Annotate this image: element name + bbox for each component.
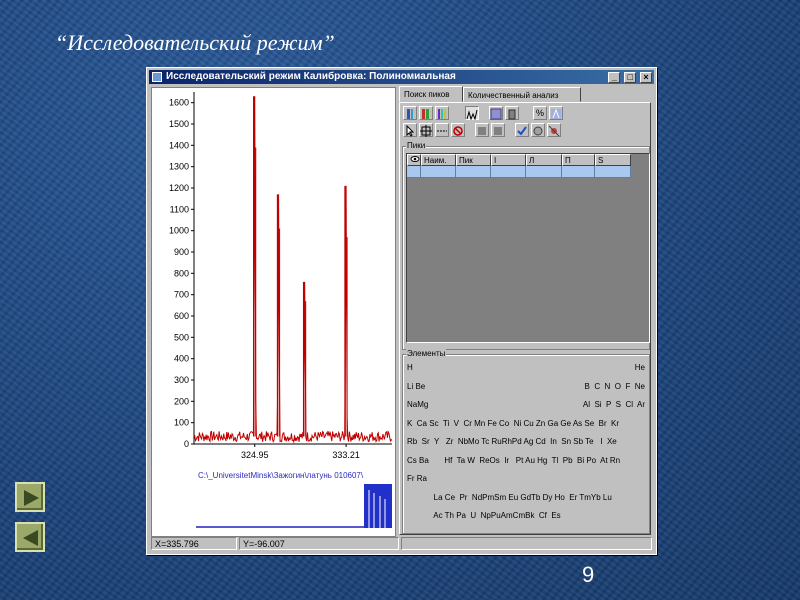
zoom-out-icon[interactable] xyxy=(491,123,505,137)
slide-title: “Исследовательский режим” xyxy=(55,30,335,55)
range-icon[interactable] xyxy=(435,123,449,137)
status-empty xyxy=(401,537,652,550)
col-name[interactable]: Наим. xyxy=(421,154,456,166)
spectrum-line xyxy=(193,96,393,444)
overview-selection xyxy=(364,484,392,528)
col-intensity[interactable]: I xyxy=(491,154,526,166)
maximize-button[interactable]: □ xyxy=(624,72,637,83)
spectrum-color-icon[interactable] xyxy=(403,106,417,120)
right-panel: Поиск пиков Количественный анализ % Пики… xyxy=(397,86,653,535)
y-tick-label: 1100 xyxy=(170,204,189,214)
eye-icon[interactable] xyxy=(407,154,421,166)
y-tick-label: 1200 xyxy=(169,183,189,193)
close-button[interactable]: × xyxy=(640,72,652,83)
arrow-left-icon xyxy=(23,530,38,546)
y-tick-label: 300 xyxy=(174,375,189,385)
y-tick-label: 400 xyxy=(174,354,189,364)
settings-icon[interactable] xyxy=(531,123,545,137)
tab-quantitative-analysis[interactable]: Количественный анализ xyxy=(463,87,581,102)
status-bar: X=335.796 Y=-96.007 xyxy=(151,537,652,551)
elements-group-label: Элементы xyxy=(406,349,447,358)
window-title: Исследовательский режим Калибровка: Поли… xyxy=(166,71,456,82)
elements-row[interactable]: Cs Ba Hf Ta W ReOs Ir Pt Au Hg Tl Pb Bi … xyxy=(407,456,620,466)
app-window: Исследовательский режим Калибровка: Поли… xyxy=(146,67,657,555)
file-path-label: C:\_UniversitetMinsk\Зажогин\латунь 0106… xyxy=(198,471,364,480)
crosshair-icon[interactable] xyxy=(419,123,433,137)
status-y: Y=-96.007 xyxy=(239,537,399,550)
elements-row-right[interactable]: He xyxy=(635,363,645,373)
elements-row[interactable]: H xyxy=(407,363,413,373)
elements-row[interactable]: Li Be xyxy=(407,382,425,392)
y-tick-label: 1000 xyxy=(169,226,189,236)
status-x: X=335.796 xyxy=(151,537,237,550)
elements-row[interactable]: La Ce Pr NdPmSm Eu GdTb Dy Ho Er TmYb Lu xyxy=(407,493,612,503)
col-left[interactable]: Л xyxy=(526,154,562,166)
prev-slide-button[interactable] xyxy=(15,522,45,552)
col-right[interactable]: П xyxy=(562,154,595,166)
forbidden-icon[interactable] xyxy=(451,123,465,137)
delete-icon[interactable] xyxy=(505,106,519,120)
abc-check-icon[interactable] xyxy=(515,123,529,137)
x-tick-label: 333.21 xyxy=(332,450,360,460)
elements-row[interactable]: NaMg xyxy=(407,400,428,410)
elements-row[interactable]: Ac Th Pa U NpPuAmCmBk Cf Es xyxy=(407,511,560,521)
lambda-icon[interactable] xyxy=(549,106,563,120)
y-tick-label: 1600 xyxy=(169,98,189,108)
window-titlebar[interactable]: Исследовательский режим Калибровка: Поли… xyxy=(149,70,654,84)
peaks-chart-icon[interactable] xyxy=(465,106,479,121)
y-tick-label: 200 xyxy=(174,396,189,406)
zoom-in-icon[interactable] xyxy=(475,123,489,137)
y-tick-label: 0 xyxy=(184,439,189,449)
spectrum-chart-svg: 0 100 200 300 400 500 600 700 800 900 1000 1100 1200… xyxy=(169,92,393,528)
spectrum-chart[interactable]: 0 100 200 300 400 500 600 700 800 900 1000 1100 1200… xyxy=(151,87,396,537)
y-tick-label: 1300 xyxy=(169,162,189,172)
y-tick-label: 1400 xyxy=(169,140,189,150)
peaks-table[interactable]: Наим. Пик I Л П S xyxy=(406,153,650,343)
elements-row[interactable]: K Ca Sc Ti V Cr Mn Fe Co Ni Cu Zn Ga Ge … xyxy=(407,419,619,429)
peaks-group-label: Пики xyxy=(406,141,427,150)
elements-row[interactable]: Fr Ra xyxy=(407,474,427,484)
y-tick-label: 100 xyxy=(174,418,189,428)
tab-peak-search-body: % Пики Наим. Пик I Л П S Элементы H He L… xyxy=(399,102,651,535)
grid-icon[interactable] xyxy=(489,106,503,120)
y-tick-label: 800 xyxy=(174,268,189,278)
elements-row-right[interactable]: B C N O F Ne xyxy=(585,382,645,392)
y-tick-label: 700 xyxy=(174,290,189,300)
arrow-right-icon xyxy=(24,490,39,506)
tab-peak-search[interactable]: Поиск пиков xyxy=(399,86,463,102)
app-icon xyxy=(152,72,162,82)
elements-row-right[interactable]: Al Si P S Cl Ar xyxy=(583,400,645,410)
percent-icon[interactable]: % xyxy=(533,106,547,120)
tools-icon[interactable] xyxy=(547,123,561,137)
y-tick-label: 900 xyxy=(174,247,189,257)
x-tick-label: 324.95 xyxy=(241,450,269,460)
y-tick-label: 600 xyxy=(174,311,189,321)
col-peak[interactable]: Пик xyxy=(456,154,491,166)
elements-row[interactable]: Rb Sr Y Zr NbMo Tc RuRhPd Ag Cd In Sn Sb… xyxy=(407,437,617,447)
minimize-button[interactable]: _ xyxy=(608,72,621,83)
pointer-icon[interactable] xyxy=(403,123,417,137)
y-tick-label: 1500 xyxy=(169,119,189,129)
elements-group: Элементы H He Li Be B C N O F Ne NaMg Al Si P… xyxy=(402,349,650,534)
page-number: 9 xyxy=(582,562,595,587)
col-area[interactable]: S xyxy=(595,154,631,166)
spectrum-color-3-icon[interactable] xyxy=(435,106,449,120)
peaks-group: Пики Наим. Пик I Л П S xyxy=(402,141,650,350)
next-slide-button[interactable] xyxy=(15,482,45,512)
y-tick-label: 500 xyxy=(174,332,189,342)
spectrum-color-2-icon[interactable] xyxy=(419,106,433,120)
